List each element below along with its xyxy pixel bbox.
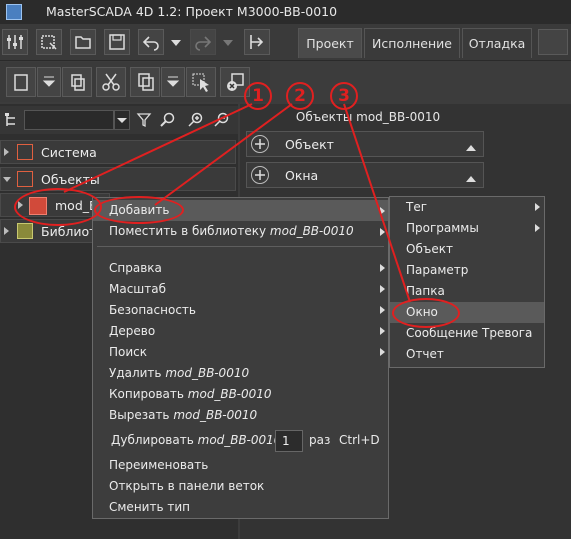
annotation-step-1: 1 — [244, 82, 272, 110]
highlight-add-item — [94, 196, 184, 224]
annotation-step-2: 2 — [286, 82, 314, 110]
annotation-step-3: 3 — [330, 82, 358, 110]
annotation-arrows — [63, 103, 411, 303]
highlight-tree-item — [14, 188, 102, 226]
highlight-window-item — [392, 298, 460, 328]
